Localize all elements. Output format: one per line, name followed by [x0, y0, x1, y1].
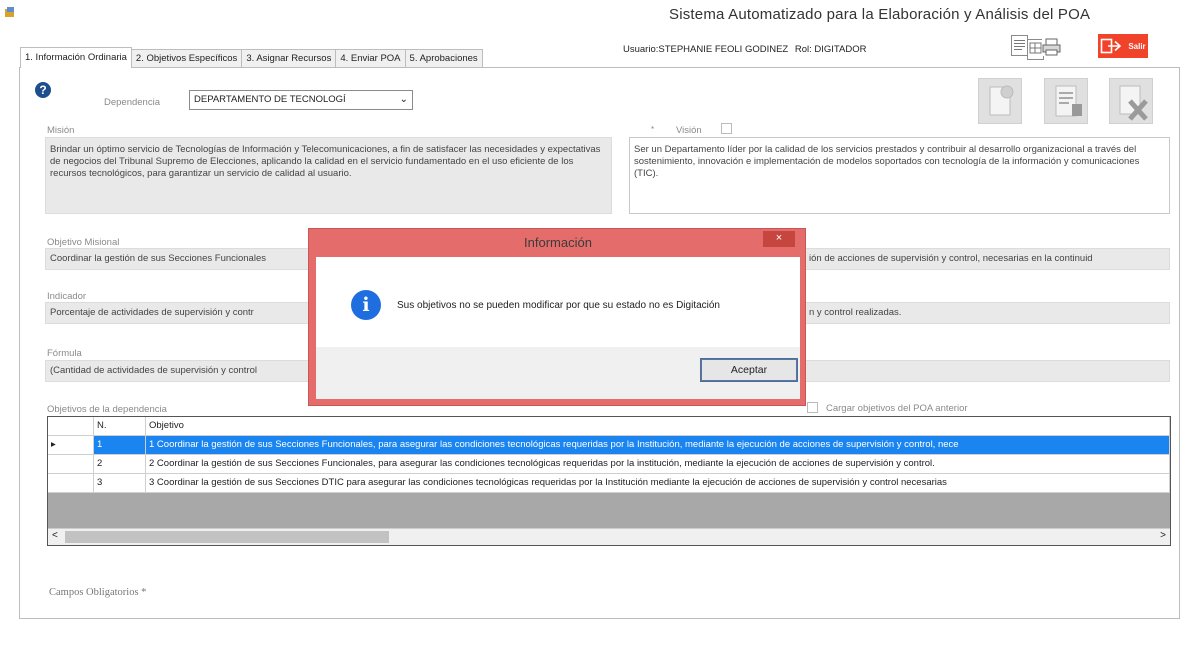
row-objetivo[interactable]: 1 Coordinar la gestión de sus Secciones … — [146, 436, 1170, 455]
indicador-field: Porcentaje de actividades de supervisión… — [45, 302, 311, 324]
grid-header-objetivo[interactable]: Objetivo — [146, 417, 1170, 436]
table-row[interactable]: 3 3 Coordinar la gestión de sus Seccione… — [48, 474, 1170, 493]
horizontal-scrollbar[interactable]: < > — [48, 528, 1170, 545]
info-icon: i — [351, 290, 381, 320]
user-name: Usuario:STEPHANIE FEOLI GODINEZ — [623, 44, 789, 55]
salir-button[interactable]: Salir — [1098, 34, 1148, 58]
scroll-thumb[interactable] — [65, 531, 389, 543]
scroll-left-icon[interactable]: < — [52, 530, 58, 541]
user-role: Rol: DIGITADOR — [794, 44, 867, 55]
tab-strip: 1. Información Ordinaria 2. Objetivos Es… — [20, 47, 483, 68]
delete-record-icon[interactable] — [1109, 78, 1153, 124]
row-number[interactable]: 2 — [94, 455, 146, 474]
objetivo-misional-label: Objetivo Misional — [47, 237, 120, 248]
dialog-footer: Aceptar — [316, 347, 800, 399]
row-number[interactable]: 3 — [94, 474, 146, 493]
salir-label: Salir — [1128, 41, 1146, 51]
table-row[interactable]: 2 2 Coordinar la gestión de sus Seccione… — [48, 455, 1170, 474]
tab-enviar-poa[interactable]: 4. Enviar POA — [335, 49, 406, 68]
new-record-icon[interactable] — [978, 78, 1022, 124]
chevron-down-icon: ⌄ — [399, 94, 408, 105]
row-selector[interactable] — [48, 474, 94, 493]
formula-field: (Cantidad de actividades de supervisión … — [45, 360, 311, 382]
mision-textarea[interactable]: Brindar un óptimo servicio de Tecnología… — [45, 137, 612, 214]
vision-label: Visión — [676, 125, 702, 136]
info-dialog: Información × i Sus objetivos no se pued… — [308, 228, 806, 406]
indicador-field-continued: n y control realizadas. — [804, 302, 1170, 324]
vision-checkbox[interactable] — [721, 123, 732, 134]
dialog-body: i Sus objetivos no se pueden modificar p… — [316, 257, 800, 399]
indicador-label: Indicador — [47, 291, 87, 302]
app-title: Sistema Automatizado para la Elaboración… — [669, 6, 1091, 23]
row-objetivo[interactable]: 2 Coordinar la gestión de sus Secciones … — [146, 455, 1170, 474]
table-row[interactable]: ▸ 1 1 Coordinar la gestión de sus Seccio… — [48, 436, 1170, 455]
tab-asignar-recursos[interactable]: 3. Asignar Recursos — [241, 49, 337, 68]
grid-header-selector — [48, 417, 94, 436]
tab-objetivos-especificos[interactable]: 2. Objetivos Específicos — [130, 49, 243, 68]
tab-aprobaciones[interactable]: 5. Aprobaciones — [404, 49, 483, 68]
dependencia-select[interactable]: DEPARTAMENTO DE TECNOLOGÍ ⌄ — [189, 90, 413, 110]
dialog-title: Información — [524, 235, 592, 250]
row-objetivo[interactable]: 3 Coordinar la gestión de sus Secciones … — [146, 474, 1170, 493]
dependencia-label: Dependencia — [104, 97, 160, 108]
campos-obligatorios-label: Campos Obligatorios * — [49, 587, 147, 598]
user-info: Usuario:STEPHANIE FEOLI GODINEZ Rol: DIG… — [623, 44, 870, 55]
scroll-right-icon[interactable]: > — [1160, 530, 1166, 541]
dialog-message: Sus objetivos no se pueden modificar por… — [397, 300, 720, 311]
app-icon — [4, 6, 16, 18]
grid-header-n[interactable]: N. — [94, 417, 146, 436]
formula-label: Fórmula — [47, 348, 82, 359]
grid-header-row: N. Objetivo — [48, 417, 1170, 436]
row-number[interactable]: 1 — [94, 436, 146, 455]
exit-icon — [1101, 38, 1122, 54]
tab-informacion-ordinaria[interactable]: 1. Información Ordinaria — [20, 47, 132, 68]
objetivos-dependencia-label: Objetivos de la dependencia — [47, 404, 167, 415]
mision-label: Misión — [47, 125, 75, 136]
row-selector[interactable] — [48, 455, 94, 474]
edit-record-icon[interactable] — [1044, 78, 1088, 124]
print-icon[interactable] — [1042, 38, 1061, 56]
close-icon[interactable]: × — [763, 231, 795, 247]
row-selector-icon[interactable]: ▸ — [48, 436, 94, 455]
help-icon[interactable]: ? — [35, 82, 51, 98]
cargar-objetivos-label: Cargar objetivos del POA anterior — [826, 403, 968, 414]
aceptar-button[interactable]: Aceptar — [700, 358, 798, 382]
objetivos-grid: N. Objetivo ▸ 1 1 Coordinar la gestión d… — [47, 416, 1171, 546]
required-marker: * — [651, 125, 655, 134]
vision-textarea[interactable]: Ser un Departamento líder por la calidad… — [629, 137, 1170, 214]
formula-field-continued — [804, 360, 1170, 382]
objetivo-misional-field-continued: ión de acciones de supervisión y control… — [804, 248, 1170, 270]
cargar-objetivos-checkbox[interactable] — [807, 402, 818, 413]
export-word-icon[interactable] — [1011, 35, 1028, 56]
dependencia-value: DEPARTAMENTO DE TECNOLOGÍ — [194, 94, 346, 105]
objetivo-misional-field: Coordinar la gestión de sus Secciones Fu… — [45, 248, 311, 270]
